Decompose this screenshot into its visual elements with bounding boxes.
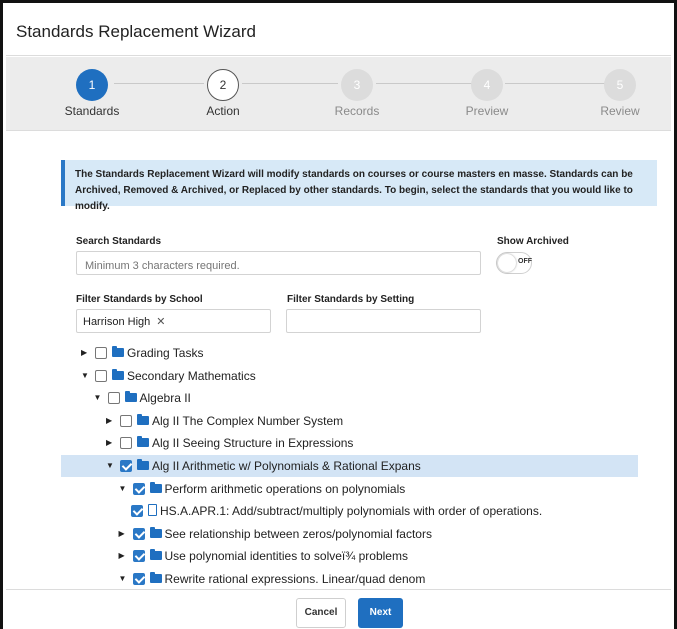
folder-icon — [112, 368, 124, 380]
school-chip: Harrison High ✕ — [83, 315, 165, 328]
filter-setting-label: Filter Standards by Setting — [287, 294, 415, 305]
tree-checkbox[interactable] — [120, 460, 132, 472]
step-number: 5 — [604, 69, 636, 101]
collapse-arrow-icon[interactable]: ▼ — [94, 393, 104, 402]
next-button[interactable]: Next — [358, 598, 403, 628]
toggle-knob — [498, 254, 516, 272]
tree-item-label: Alg II The Complex Number System — [152, 413, 344, 428]
info-banner: The Standards Replacement Wizard will mo… — [61, 160, 657, 212]
show-archived-toggle[interactable]: OFF — [496, 252, 532, 274]
collapse-arrow-icon[interactable]: ▼ — [119, 484, 129, 493]
tree-item-label: Rewrite rational expressions. Linear/qua… — [164, 572, 426, 586]
collapse-arrow-icon[interactable]: ▼ — [106, 461, 116, 470]
step-number: 2 — [207, 69, 239, 101]
step-number: 3 — [341, 69, 373, 101]
tree-item-label: Use polynomial identities to solveï¾ pro… — [164, 549, 408, 564]
tree-checkbox[interactable] — [120, 414, 132, 427]
expand-arrow-icon[interactable]: ▶ — [81, 348, 91, 357]
tree-row[interactable]: ▶ See relationship between zeros/polynomi… — [6, 523, 671, 545]
toggle-state: OFF — [518, 258, 532, 265]
step-number: 4 — [471, 69, 503, 101]
tree-row[interactable]: ▼ Algebra II — [6, 387, 671, 409]
remove-chip-icon[interactable]: ✕ — [156, 316, 165, 328]
step-number: 1 — [76, 69, 108, 101]
filter-school-label: Filter Standards by School — [76, 294, 203, 305]
step-label: Records — [334, 104, 380, 118]
folder-icon — [149, 549, 162, 561]
folder-icon — [137, 459, 149, 470]
tree-item-label: See relationship between zeros/polynomia… — [164, 526, 432, 541]
search-standards-input[interactable] — [76, 251, 481, 275]
tree-row[interactable]: ▶ Grading Tasks — [6, 342, 671, 364]
folder-icon — [137, 436, 149, 448]
wizard-window: Standards Replacement Wizard 1 Standards… — [0, 0, 677, 629]
wizard-stepper: 1 Standards 2 Action 3 Records 4 Preview… — [6, 57, 671, 131]
tree-item-label: Algebra II — [139, 391, 191, 406]
step-label: Standards — [64, 104, 120, 118]
folder-icon — [149, 572, 162, 583]
tree-row[interactable]: ▼ Perform arithmetic operations on polyno… — [6, 478, 671, 500]
tree-checkbox[interactable] — [95, 369, 107, 382]
step-label: Review — [600, 104, 640, 118]
window-title: Standards Replacement Wizard — [16, 22, 257, 41]
step-label: Action — [206, 104, 240, 118]
expand-arrow-icon[interactable]: ▶ — [119, 529, 129, 538]
tree-row[interactable]: ▼ Secondary Mathematics — [6, 365, 671, 387]
tree-checkbox[interactable] — [107, 392, 120, 405]
tree-item-label: HS.A.APR.1: Add/subtract/multiply polyno… — [160, 504, 543, 519]
wizard-content: The Standards Replacement Wizard will mo… — [6, 132, 671, 589]
step-connector — [376, 83, 476, 84]
expand-arrow-icon[interactable]: ▶ — [106, 416, 116, 425]
collapse-arrow-icon[interactable]: ▼ — [119, 574, 129, 583]
tree-row[interactable]: ▼ Rewrite rational expressions. Linear/qu… — [6, 568, 671, 589]
wizard-footer: Cancel Next — [6, 589, 671, 629]
tree-checkbox[interactable] — [131, 505, 143, 518]
folder-icon — [124, 391, 137, 403]
tree-item-label: Perform arithmetic operations on polynom… — [164, 481, 406, 496]
tree-checkbox[interactable] — [95, 347, 107, 359]
filter-school-input[interactable]: Harrison High ✕ — [76, 309, 271, 333]
folder-icon — [112, 346, 124, 357]
folder-icon — [149, 526, 162, 538]
step-connector — [242, 83, 338, 84]
tree-item-label: Grading Tasks — [127, 346, 204, 360]
tree-row[interactable]: ▶ Alg II Seeing Structure in Expressions — [6, 432, 671, 454]
collapse-arrow-icon[interactable]: ▼ — [81, 371, 91, 380]
tree-item-label: Secondary Mathematics — [127, 368, 256, 383]
tree-checkbox[interactable] — [132, 527, 145, 540]
tree-row[interactable]: ▶ Alg II The Complex Number System — [6, 410, 671, 432]
tree-checkbox[interactable] — [132, 550, 145, 563]
tree-checkbox[interactable] — [132, 482, 145, 495]
tree-checkbox[interactable] — [132, 573, 145, 585]
expand-arrow-icon[interactable]: ▶ — [119, 551, 129, 560]
step-label: Preview — [465, 104, 509, 118]
cancel-button[interactable]: Cancel — [296, 598, 346, 628]
tree-row[interactable]: ▼ Alg II Arithmetic w/ Polynomials & Rati… — [61, 455, 638, 477]
tree-checkbox[interactable] — [120, 437, 132, 450]
show-archived-label: Show Archived — [497, 236, 569, 247]
tree-row[interactable]: ▶ Use polynomial identities to solveï¾ pr… — [6, 545, 671, 567]
title-bar: Standards Replacement Wizard — [6, 6, 671, 56]
step-connector — [505, 83, 605, 84]
tree-item-label: Alg II Seeing Structure in Expressions — [152, 436, 354, 451]
expand-arrow-icon[interactable]: ▶ — [106, 438, 116, 447]
folder-icon — [149, 481, 162, 493]
step-connector — [114, 83, 204, 84]
school-chip-label: Harrison High — [83, 316, 151, 328]
tree-item-label: Alg II Arithmetic w/ Polynomials & Ratio… — [152, 459, 421, 473]
search-label: Search Standards — [76, 236, 162, 247]
tree-row[interactable]: HS.A.APR.1: Add/subtract/multiply polyno… — [6, 500, 671, 522]
folder-icon — [137, 413, 149, 425]
filter-setting-input[interactable] — [286, 309, 481, 333]
document-icon — [148, 504, 157, 517]
